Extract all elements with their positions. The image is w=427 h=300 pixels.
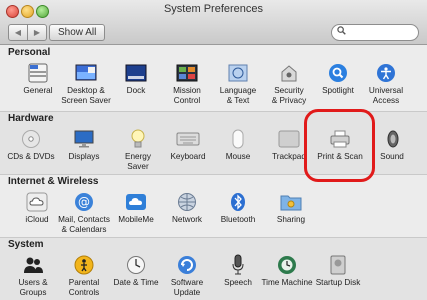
pane-parental-controls[interactable]: Parental Controls <box>55 254 113 297</box>
users-icon <box>21 254 45 276</box>
section-title-system: System <box>8 239 44 250</box>
toolbar: System Preferences ◀ ▶ Show All <box>0 0 427 45</box>
pane-label: Mission Control <box>173 86 201 105</box>
pane-displays[interactable]: Displays <box>55 128 113 162</box>
general-icon <box>26 62 50 84</box>
pane-label: Bluetooth <box>220 215 256 224</box>
mobileme-icon <box>124 191 148 213</box>
icloud-icon <box>25 191 49 213</box>
pane-label: Universal Access <box>368 86 404 105</box>
clock-icon <box>124 254 148 276</box>
pane-label: Users & Groups <box>18 278 48 297</box>
section-internet-wireless: Internet & Wireless iCloud @ Mail, Conta… <box>0 174 427 237</box>
pane-universal-access[interactable]: Universal Access <box>357 62 415 105</box>
desktop-icon <box>74 62 98 84</box>
network-icon <box>175 191 199 213</box>
section-title-personal: Personal <box>8 47 51 58</box>
pane-network[interactable]: Network <box>158 191 216 225</box>
search-icon <box>337 26 346 38</box>
pane-label: Date & Time <box>113 278 159 287</box>
mouse-icon <box>226 128 250 150</box>
bluetooth-icon <box>226 191 250 213</box>
trackpad-icon <box>277 128 301 150</box>
microphone-icon <box>226 254 250 276</box>
sound-icon <box>380 128 404 150</box>
universal-access-icon <box>374 62 398 84</box>
time-machine-icon <box>275 254 299 276</box>
pane-label: Startup Disk <box>315 278 361 287</box>
pane-label: Dock <box>126 86 146 95</box>
pane-startup-disk[interactable]: Startup Disk <box>309 254 367 288</box>
pane-label: CDs & DVDs <box>7 152 55 161</box>
pane-mail-contacts-calendars[interactable]: @ Mail, Contacts & Calendars <box>55 191 113 234</box>
pane-label: Language & Text <box>219 86 257 105</box>
pane-label: Parental Controls <box>68 278 100 297</box>
pane-label: Software Update <box>170 278 204 297</box>
dock-icon <box>124 62 148 84</box>
pane-cds-dvds[interactable]: CDs & DVDs <box>2 128 60 162</box>
pane-label: Sharing <box>276 215 306 224</box>
parental-controls-icon <box>72 254 96 276</box>
back-forward-control: ◀ ▶ <box>8 24 47 41</box>
cd-dvd-icon <box>19 128 43 150</box>
forward-button[interactable]: ▶ <box>27 25 46 40</box>
pane-label: Displays <box>68 152 100 161</box>
pane-sharing[interactable]: Sharing <box>262 191 320 225</box>
back-button[interactable]: ◀ <box>9 25 27 40</box>
energy-saver-icon <box>126 128 150 150</box>
pane-language-text[interactable]: Language & Text <box>209 62 267 105</box>
pane-mission-control[interactable]: Mission Control <box>158 62 216 105</box>
section-divider <box>0 237 427 238</box>
search-input[interactable] <box>348 26 412 38</box>
language-icon <box>226 62 250 84</box>
window-title: System Preferences <box>163 3 264 15</box>
pane-users-groups[interactable]: Users & Groups <box>4 254 62 297</box>
section-personal: Personal General Desktop & Screen Saver … <box>0 45 427 111</box>
display-icon <box>72 128 96 150</box>
keyboard-icon <box>176 128 200 150</box>
pane-mobileme[interactable]: MobileMe <box>107 191 165 225</box>
section-system: System Users & Groups Parental Controls … <box>0 237 427 300</box>
pane-bluetooth[interactable]: Bluetooth <box>209 191 267 225</box>
pane-label: MobileMe <box>118 215 154 224</box>
svg-text:@: @ <box>78 195 90 209</box>
pane-label: Mail, Contacts & Calendars <box>58 215 110 234</box>
highlight-ring <box>304 109 375 182</box>
pane-date-time[interactable]: Date & Time <box>107 254 165 288</box>
software-update-icon <box>175 254 199 276</box>
security-icon <box>277 62 301 84</box>
pane-mouse[interactable]: Mouse <box>209 128 267 162</box>
show-all-button[interactable]: Show All <box>49 24 106 41</box>
section-title-internet-wireless: Internet & Wireless <box>8 176 99 187</box>
pane-label: Network <box>171 215 203 224</box>
pane-dock[interactable]: Dock <box>107 62 165 96</box>
pane-label: Time Machine <box>261 278 313 287</box>
startup-disk-icon <box>326 254 350 276</box>
section-title-hardware: Hardware <box>8 113 54 124</box>
pane-label: Mouse <box>225 152 251 161</box>
sharing-icon <box>279 191 303 213</box>
spotlight-icon <box>326 62 350 84</box>
mission-control-icon <box>175 62 199 84</box>
pane-software-update[interactable]: Software Update <box>158 254 216 297</box>
pane-time-machine[interactable]: Time Machine <box>258 254 316 288</box>
search-field[interactable] <box>331 24 419 41</box>
mail-icon: @ <box>72 191 96 213</box>
system-preferences-window: System Preferences ◀ ▶ Show All Personal… <box>0 0 427 300</box>
